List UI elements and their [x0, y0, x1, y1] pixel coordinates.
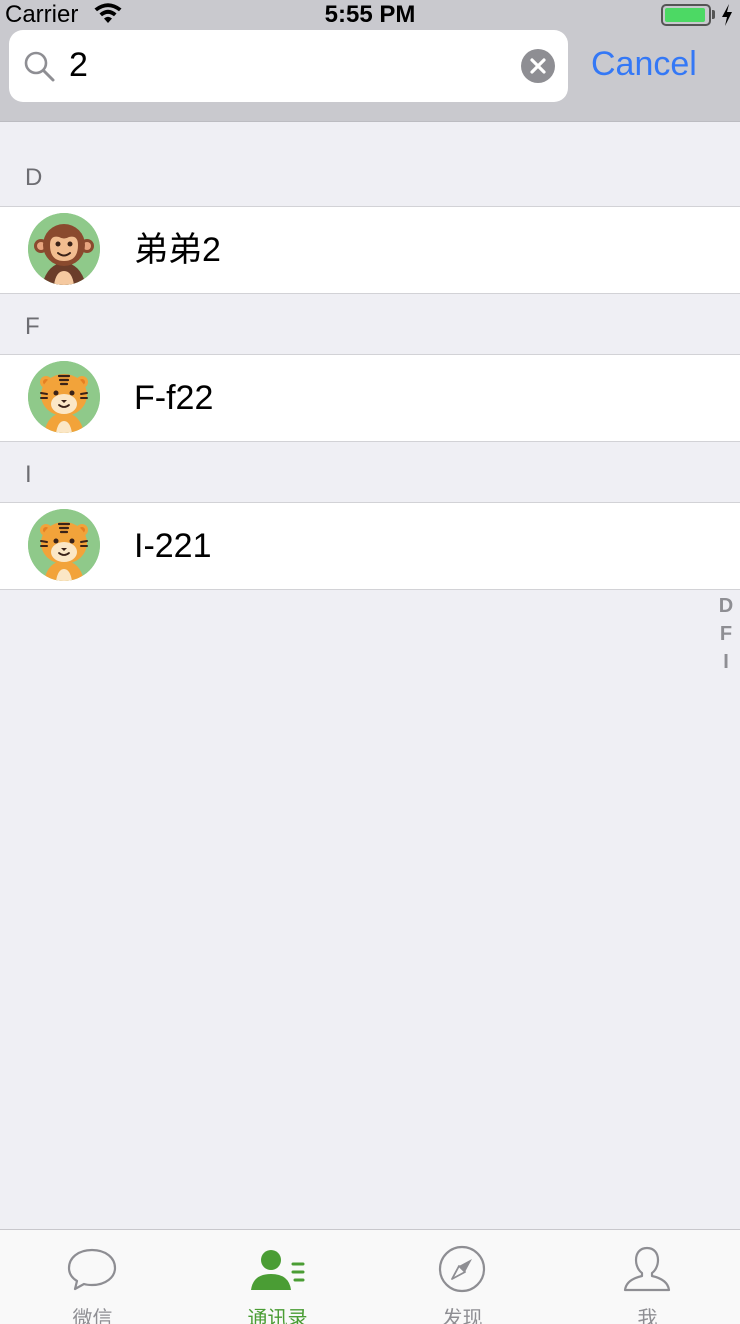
tab-label: 我 — [637, 1308, 658, 1324]
section-index[interactable]: D F I — [712, 592, 740, 676]
contact-name: F-f22 — [134, 379, 214, 417]
index-item-d[interactable]: D — [712, 592, 740, 620]
index-item-f[interactable]: F — [712, 620, 740, 648]
section-letter: D — [25, 164, 43, 191]
battery-icon — [661, 4, 711, 26]
tab-contacts[interactable]: 通讯录 — [185, 1230, 370, 1324]
status-bar: Carrier 5:55 PM — [0, 0, 740, 30]
tab-bar: 微信 通讯录 发现 我 — [0, 1229, 740, 1324]
search-header: Carrier 5:55 PM 2 Cancel — [0, 0, 740, 122]
compass-icon — [438, 1245, 486, 1293]
contacts-icon — [251, 1250, 305, 1290]
tab-label: 微信 — [72, 1308, 113, 1324]
person-icon — [623, 1246, 671, 1292]
contact-row[interactable]: 弟弟2 — [0, 206, 740, 294]
section-letter: I — [25, 461, 32, 488]
tab-label: 通讯录 — [247, 1308, 308, 1324]
search-input[interactable]: 2 — [69, 44, 88, 86]
clock-time: 5:55 PM — [324, 1, 416, 28]
contact-name: I-221 — [134, 527, 212, 565]
search-field[interactable]: 2 — [9, 30, 568, 102]
contact-row[interactable]: I-221 — [0, 502, 740, 590]
tab-chats[interactable]: 微信 — [0, 1230, 185, 1324]
monkey-avatar — [28, 213, 100, 285]
section-header-i: I — [0, 443, 740, 503]
index-item-i[interactable]: I — [712, 648, 740, 676]
section-header-f: F — [0, 295, 740, 355]
search-icon — [24, 51, 55, 82]
tiger-avatar — [28, 509, 100, 581]
tab-discover[interactable]: 发现 — [370, 1230, 555, 1324]
tab-label: 发现 — [442, 1308, 483, 1324]
cancel-button[interactable]: Cancel — [591, 44, 697, 84]
chat-bubble-icon — [67, 1248, 117, 1291]
contact-row[interactable]: F-f22 — [0, 354, 740, 442]
battery-tip — [712, 10, 715, 19]
clear-search-button[interactable] — [521, 49, 555, 83]
charging-bolt-icon — [722, 4, 732, 26]
close-icon — [530, 58, 546, 74]
tab-me[interactable]: 我 — [555, 1230, 740, 1324]
section-letter: F — [25, 313, 40, 340]
contact-name: 弟弟2 — [134, 231, 221, 269]
section-header-d: D — [0, 122, 740, 207]
tiger-avatar — [28, 361, 100, 433]
